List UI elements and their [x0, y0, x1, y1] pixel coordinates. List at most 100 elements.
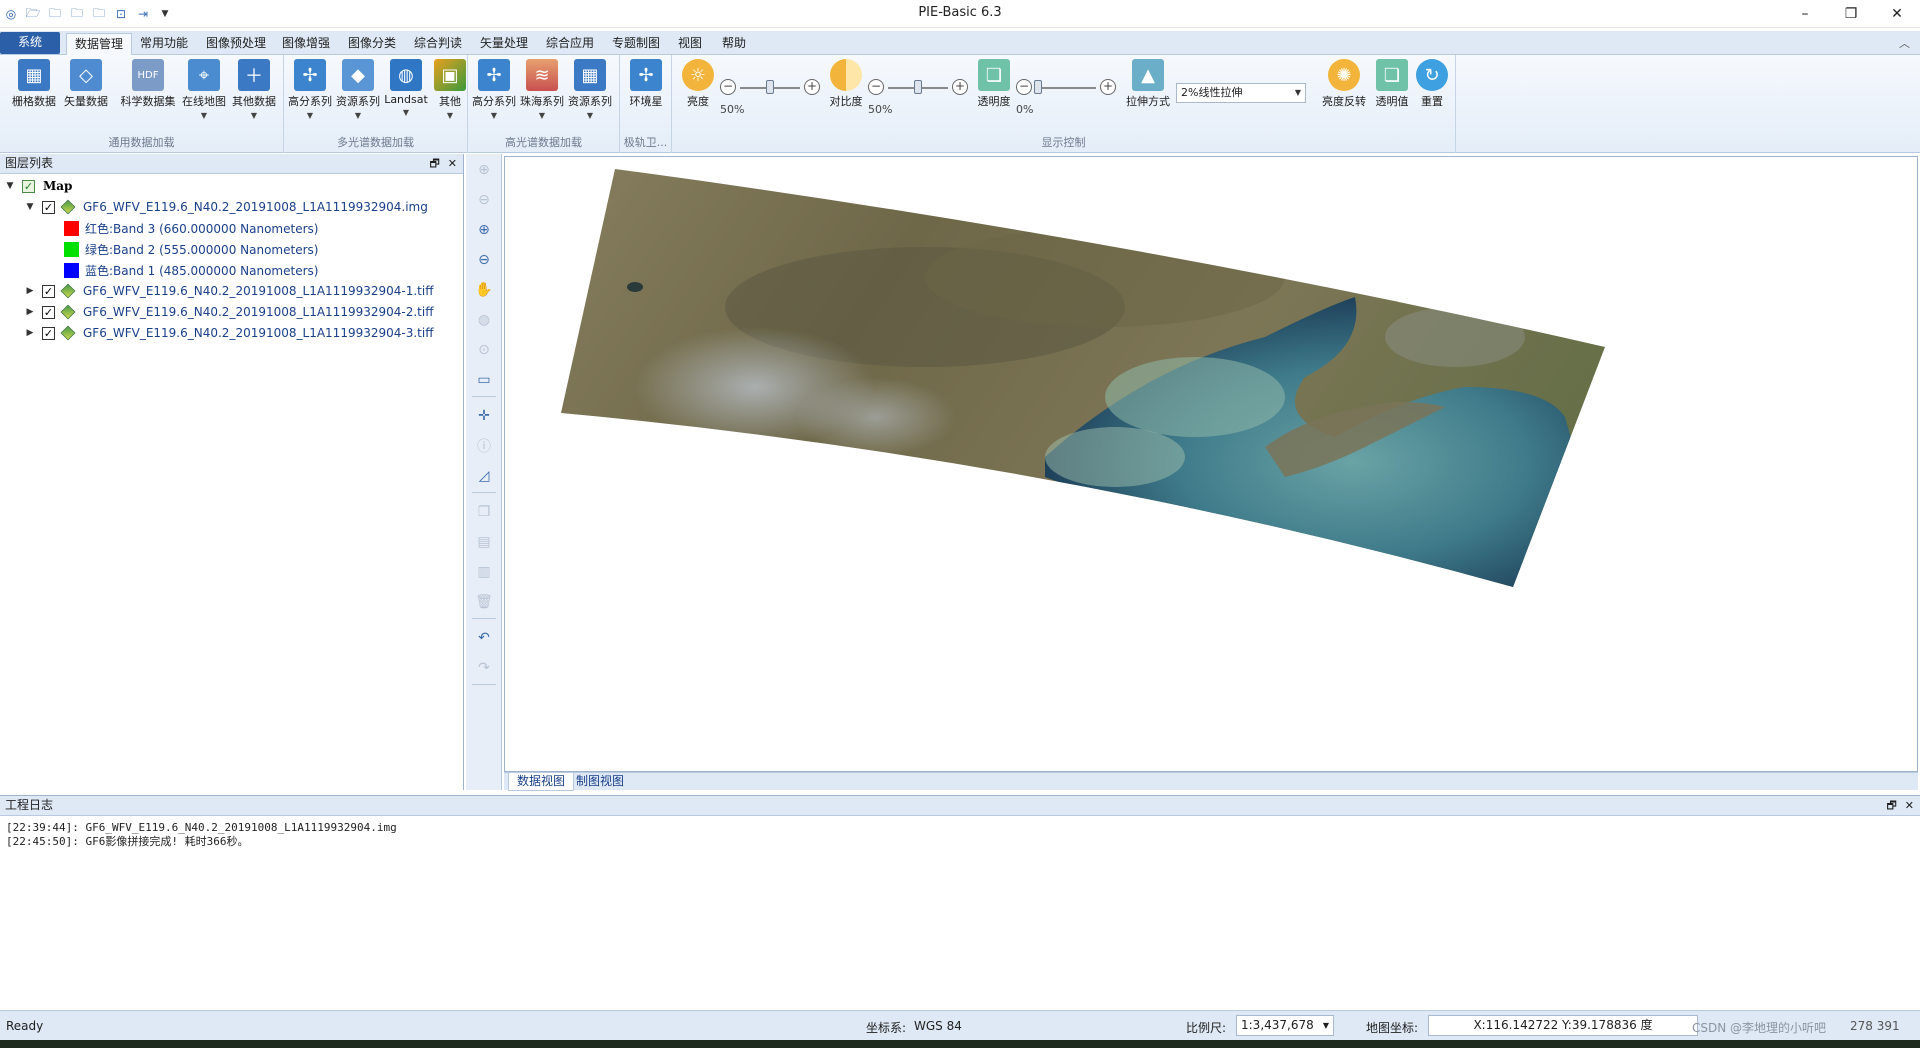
log-line: [22:39:44]: GF6_WFV_E119.6_N40.2_2019100…	[6, 821, 397, 834]
minus-icon[interactable]: −	[1016, 79, 1032, 95]
slider-thumb[interactable]	[1034, 80, 1042, 94]
tab-data-view[interactable]: 数据视图	[508, 773, 575, 791]
hyperspectral-gaofen-button[interactable]: ✢ 高分系列 ▼	[470, 59, 518, 120]
redo-icon[interactable]: ↷	[474, 658, 494, 678]
open-folder-icon[interactable]: 🗁	[24, 5, 42, 23]
layer-item[interactable]: ▶ ✓ GF6_WFV_E119.6_N40.2_20191008_L1A111…	[24, 323, 433, 343]
layer-item[interactable]: ▶ ✓ GF6_WFV_E119.6_N40.2_20191008_L1A111…	[24, 281, 433, 301]
folder-icon[interactable]: 🗀	[90, 5, 108, 23]
vector-data-button[interactable]: ◇ 矢量数据	[62, 59, 110, 109]
tab-comprehensive-application[interactable]: 综合应用	[538, 33, 602, 55]
tab-help[interactable]: 帮助	[714, 33, 754, 55]
contrast-button[interactable]: 对比度	[822, 59, 870, 109]
multispectral-other-button[interactable]: ▣ 其他 ▼	[426, 59, 474, 120]
save-icon[interactable]: 🗀	[46, 5, 64, 23]
minimize-button[interactable]: –	[1782, 0, 1828, 28]
contrast-slider[interactable]: − +	[868, 79, 968, 99]
tab-common-functions[interactable]: 常用功能	[132, 33, 196, 55]
paste-icon[interactable]: ▥	[474, 562, 494, 582]
slider-thumb[interactable]	[914, 80, 922, 94]
layer-item[interactable]: ▶ ✓ GF6_WFV_E119.6_N40.2_20191008_L1A111…	[24, 302, 433, 322]
crosshair-icon[interactable]: ✛	[474, 406, 494, 426]
expand-icon[interactable]: ▶	[24, 286, 36, 296]
undo-icon[interactable]: ↶	[474, 628, 494, 648]
document-icon[interactable]: ▤	[474, 532, 494, 552]
save-as-icon[interactable]: 🗀	[68, 5, 86, 23]
collapse-icon[interactable]: ▼	[4, 181, 16, 191]
tab-layout-view[interactable]: 制图视图	[568, 773, 632, 791]
redraw-button[interactable]: ↻ 重置	[1408, 59, 1456, 109]
ribbon: ▦ 栅格数据 ◇ 矢量数据 HDF 科学数据集 ⌖ 在线地图 ▼ ＋ 其他数据 …	[0, 55, 1920, 153]
fixed-zoom-icon[interactable]: ▭	[474, 370, 494, 390]
tab-vector-processing[interactable]: 矢量处理	[472, 33, 536, 55]
brightness-slider[interactable]: − +	[720, 79, 820, 99]
layer-visibility-checkbox[interactable]: ✓	[42, 200, 55, 214]
minus-icon[interactable]: −	[720, 79, 736, 95]
plus-icon[interactable]: +	[1100, 79, 1116, 95]
layer-visibility-checkbox[interactable]: ✓	[42, 284, 55, 298]
pan-hand-icon[interactable]: ✋	[474, 280, 494, 300]
transparency-button[interactable]: ❏ 透明度	[970, 59, 1018, 109]
log-content[interactable]: [22:39:44]: GF6_WFV_E119.6_N40.2_2019100…	[0, 818, 1920, 1010]
tab-comprehensive-interpretation[interactable]: 综合判读	[406, 33, 470, 55]
tab-system[interactable]: 系统	[0, 32, 60, 54]
plus-icon[interactable]: +	[804, 79, 820, 95]
float-panel-icon[interactable]: 🗗	[429, 154, 439, 173]
restore-button[interactable]: ❐	[1828, 0, 1874, 28]
hyperspectral-ziyuan-button[interactable]: ▦ 资源系列 ▼	[566, 59, 614, 120]
raster-data-button[interactable]: ▦ 栅格数据	[10, 59, 58, 109]
float-panel-icon[interactable]: 🗗	[1886, 796, 1896, 815]
transparency-slider[interactable]: − +	[1016, 79, 1116, 99]
tab-data-management[interactable]: 数据管理	[66, 33, 133, 56]
customize-dropdown-icon[interactable]: ▼	[156, 5, 174, 23]
expand-icon[interactable]: ▶	[24, 307, 36, 317]
close-button[interactable]: ✕	[1874, 0, 1920, 28]
zoom-box-out-icon[interactable]: ⊖	[474, 190, 494, 210]
collapse-icon[interactable]: ▼	[24, 202, 36, 212]
minus-icon[interactable]: −	[868, 79, 884, 95]
tab-thematic-mapping[interactable]: 专题制图	[604, 33, 668, 55]
zoom-box-in-icon[interactable]: ⊕	[474, 160, 494, 180]
export-icon[interactable]: ⇥	[134, 5, 152, 23]
tab-image-enhancement[interactable]: 图像增强	[274, 33, 338, 55]
tab-image-preprocessing[interactable]: 图像预处理	[198, 33, 274, 55]
copy-icon[interactable]: ❐	[474, 502, 494, 522]
multispectral-gaofen-button[interactable]: ✢ 高分系列 ▼	[286, 59, 334, 120]
scale-dropdown[interactable]: 1:3,437,678 ▼	[1236, 1015, 1334, 1036]
zoom-out-icon[interactable]: ⊖	[474, 250, 494, 270]
stretch-method-button[interactable]: ▲ 拉伸方式	[1124, 59, 1172, 109]
zoom-actual-icon[interactable]: ⊙	[474, 340, 494, 360]
multispectral-landsat-button[interactable]: ◍ Landsat ▼	[382, 59, 430, 117]
window-title: PIE-Basic 6.3	[918, 5, 1002, 20]
delete-icon[interactable]: 🗑	[474, 592, 494, 612]
huanjing-satellite-button[interactable]: ✢ 环境星	[622, 59, 670, 109]
brightness-invert-button[interactable]: ✺ 亮度反转	[1320, 59, 1368, 109]
zoom-in-icon[interactable]: ⊕	[474, 220, 494, 240]
tab-image-classification[interactable]: 图像分类	[340, 33, 404, 55]
brightness-button[interactable]: ☼ 亮度	[674, 59, 722, 109]
tab-view[interactable]: 视图	[670, 33, 710, 55]
layer-item[interactable]: ▼ ✓ GF6_WFV_E119.6_N40.2_20191008_L1A111…	[24, 197, 428, 217]
slider-thumb[interactable]	[766, 80, 774, 94]
tree-root-map[interactable]: ▼ ✓ Map	[4, 176, 73, 196]
identify-icon[interactable]: ⓘ	[474, 436, 494, 456]
layer-visibility-checkbox[interactable]: ✓	[42, 305, 55, 319]
online-map-button[interactable]: ⌖ 在线地图 ▼	[180, 59, 228, 120]
layer-visibility-checkbox[interactable]: ✓	[42, 326, 55, 340]
scientific-dataset-button[interactable]: HDF 科学数据集	[118, 59, 178, 109]
measure-icon[interactable]: ◿	[474, 466, 494, 486]
multispectral-ziyuan-button[interactable]: ◆ 资源系列 ▼	[334, 59, 382, 120]
hyperspectral-zhuhai-button[interactable]: ≋ 珠海系列 ▼	[518, 59, 566, 120]
stretch-method-dropdown[interactable]: 2%线性拉伸 ▼	[1176, 83, 1306, 103]
plus-icon[interactable]: +	[952, 79, 968, 95]
transparency-icon: ❏	[1376, 59, 1408, 91]
histogram-icon: ▲	[1132, 59, 1164, 91]
map-canvas[interactable]	[504, 156, 1918, 772]
close-panel-icon[interactable]: ✕	[1905, 796, 1914, 815]
full-extent-icon[interactable]: ◍	[474, 310, 494, 330]
zoom-window-icon[interactable]: ⊡	[112, 5, 130, 23]
other-data-button[interactable]: ＋ 其他数据 ▼	[230, 59, 278, 120]
ribbon-collapse-icon[interactable]: ︿	[1899, 35, 1910, 51]
expand-icon[interactable]: ▶	[24, 328, 36, 338]
close-panel-icon[interactable]: ✕	[448, 154, 457, 173]
